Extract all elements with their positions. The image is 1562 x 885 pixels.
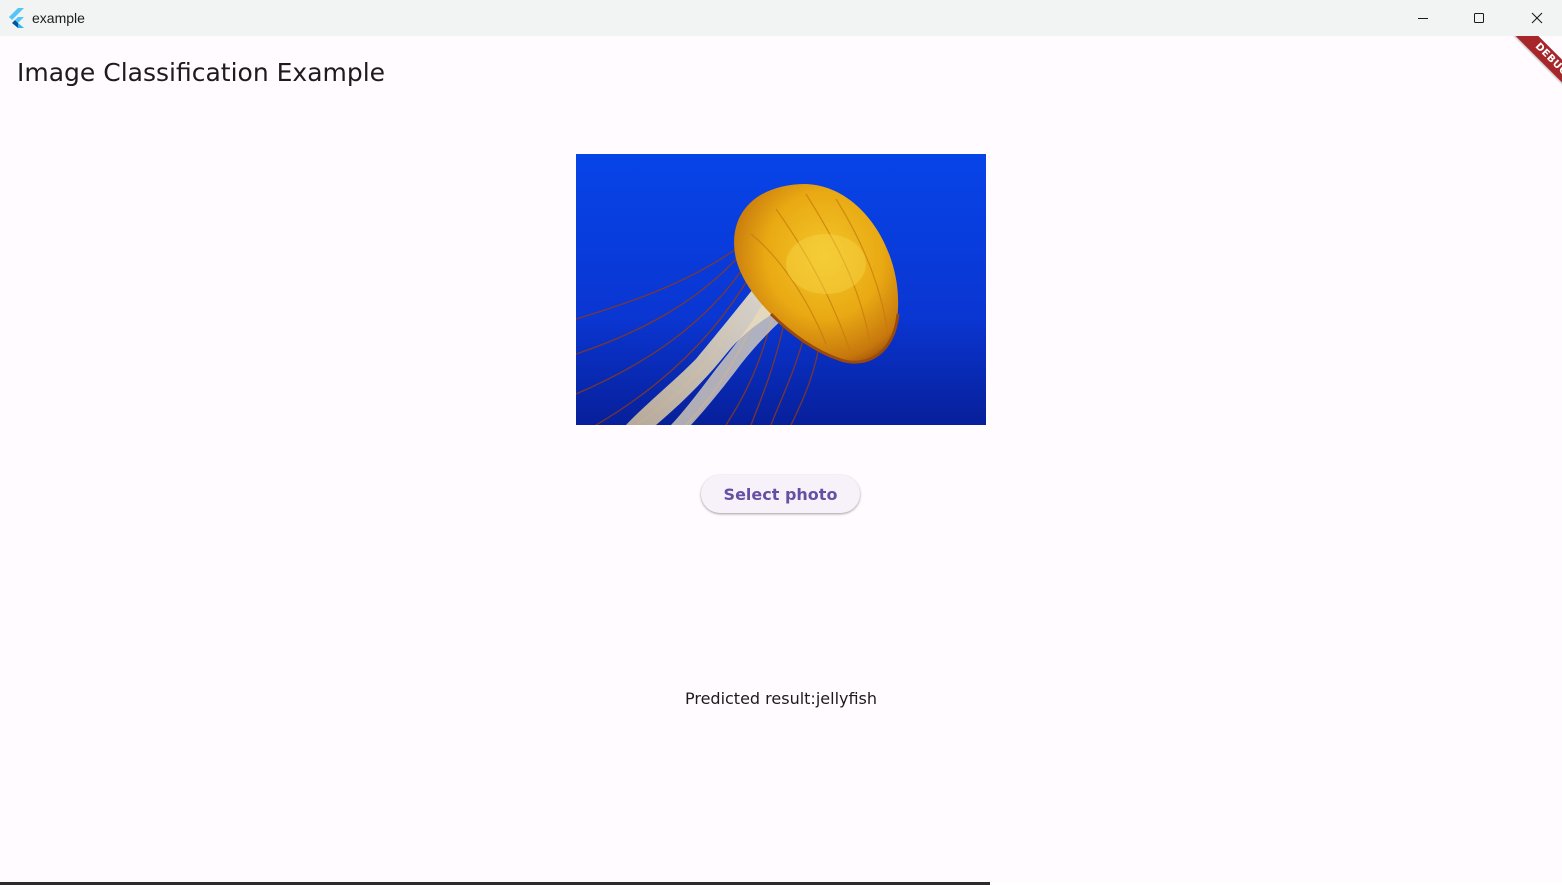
flutter-logo-icon (9, 8, 24, 28)
jellyfish-photo (576, 154, 986, 425)
maximize-icon (1474, 13, 1484, 23)
debug-banner-label: DEBUG (1506, 36, 1562, 105)
window-title: example (32, 10, 85, 26)
minimize-icon (1418, 18, 1428, 19)
prediction-result-value: jellyfish (815, 689, 878, 708)
select-photo-button[interactable]: Select photo (701, 475, 860, 513)
prediction-result-label: Predicted result: (684, 689, 816, 708)
close-icon (1531, 12, 1543, 24)
maximize-button[interactable] (1451, 0, 1507, 36)
minimize-button[interactable] (1395, 0, 1451, 36)
debug-banner: DEBUG (1492, 36, 1562, 106)
window-titlebar[interactable]: example (0, 0, 1562, 36)
app-window: example Image Classification Example DEB… (0, 0, 1562, 885)
prediction-result: Predicted result:jellyfish (0, 688, 1562, 710)
page-title: Image Classification Example (17, 58, 386, 87)
close-button[interactable] (1509, 0, 1562, 36)
